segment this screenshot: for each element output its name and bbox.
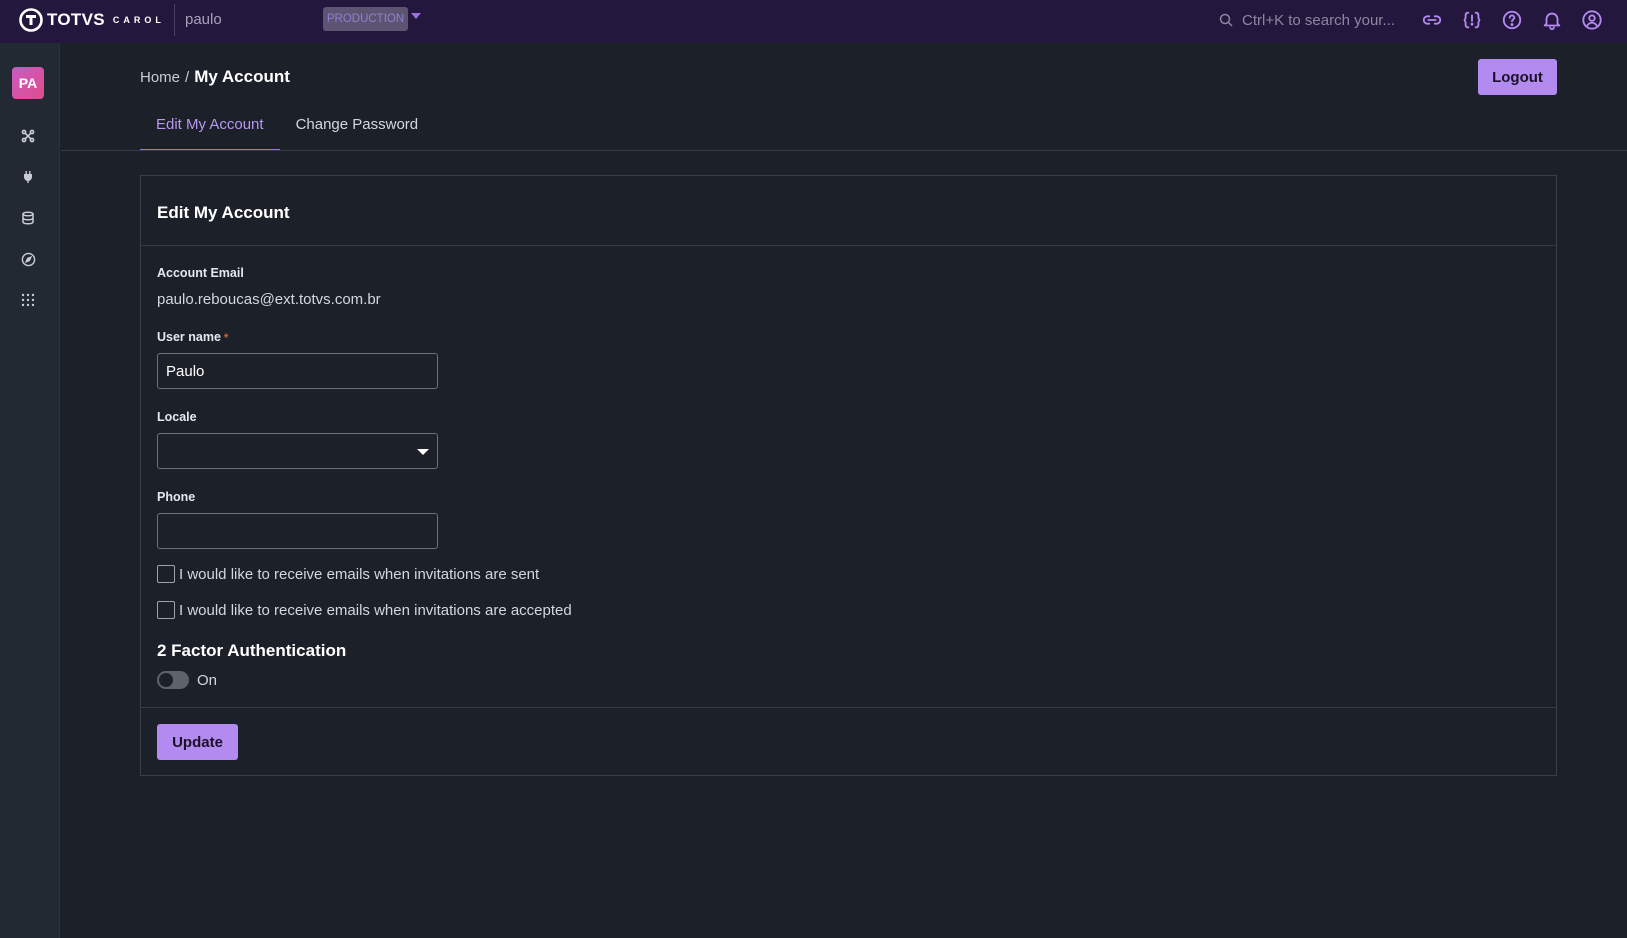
share-nodes-icon[interactable] xyxy=(19,127,37,145)
brand-logo[interactable]: TOTVS CAROL xyxy=(19,7,165,33)
top-bar: TOTVS CAROL paulo PRODUCTION Ctrl+K to s… xyxy=(0,0,1627,43)
bell-icon[interactable] xyxy=(1540,8,1564,32)
avatar[interactable]: PA xyxy=(12,67,44,99)
breadcrumb-separator: / xyxy=(185,69,190,86)
phone-label: Phone xyxy=(157,490,196,504)
search-icon xyxy=(1219,13,1233,27)
phone-input[interactable] xyxy=(157,513,438,549)
card-title: Edit My Account xyxy=(157,203,290,222)
brand-product: CAROL xyxy=(112,15,165,25)
invitations-sent-label[interactable]: I would like to receive emails when invi… xyxy=(179,566,539,583)
breadcrumb: Home / My Account xyxy=(140,67,290,87)
brand-name: TOTVS xyxy=(47,10,105,29)
username-label: User name * xyxy=(157,330,228,344)
two-factor-title: 2 Factor Authentication xyxy=(157,641,347,660)
account-email-value: paulo.reboucas@ext.totvs.com.br xyxy=(157,291,381,308)
toggle-knob xyxy=(159,673,173,687)
breadcrumb-home-link[interactable]: Home xyxy=(140,69,180,86)
invitations-accepted-checkbox[interactable] xyxy=(157,601,175,619)
card-footer-divider xyxy=(141,707,1556,708)
username-input[interactable] xyxy=(157,353,438,389)
invitations-sent-option[interactable]: I would like to receive emails when invi… xyxy=(157,565,539,583)
topbar-divider xyxy=(174,4,175,36)
search-placeholder: Ctrl+K to search your... xyxy=(1242,11,1395,29)
chevron-down-icon[interactable] xyxy=(417,449,429,455)
global-search[interactable]: Ctrl+K to search your... xyxy=(1219,9,1395,31)
environment-badge[interactable]: PRODUCTION xyxy=(323,7,408,31)
tenant-name[interactable]: paulo xyxy=(185,11,222,28)
locale-select[interactable] xyxy=(157,433,438,469)
logout-button[interactable]: Logout xyxy=(1478,59,1557,95)
invitations-sent-checkbox[interactable] xyxy=(157,565,175,583)
help-icon[interactable] xyxy=(1500,8,1524,32)
compass-icon[interactable] xyxy=(19,250,37,268)
card-header: Edit My Account xyxy=(141,176,1556,246)
sidebar: PA xyxy=(0,43,60,938)
tabs-divider xyxy=(61,150,1627,151)
locale-label: Locale xyxy=(157,410,197,424)
edit-account-card: Edit My Account Account Email paulo.rebo… xyxy=(140,175,1557,776)
tab-edit-my-account[interactable]: Edit My Account xyxy=(140,110,280,151)
invitations-accepted-option[interactable]: I would like to receive emails when invi… xyxy=(157,601,572,619)
plug-icon[interactable] xyxy=(19,168,37,186)
tab-change-password[interactable]: Change Password xyxy=(280,110,435,151)
invitations-accepted-label[interactable]: I would like to receive emails when invi… xyxy=(179,602,572,619)
environment-dropdown-icon[interactable] xyxy=(411,13,421,19)
totvs-logo-icon xyxy=(19,8,43,32)
two-factor-toggle[interactable] xyxy=(157,671,189,689)
page-title: My Account xyxy=(194,67,290,86)
code-braces-icon[interactable] xyxy=(1460,8,1484,32)
link-icon[interactable] xyxy=(1420,8,1444,32)
two-factor-toggle-row: On xyxy=(157,671,217,689)
required-mark: * xyxy=(223,332,229,344)
username-label-text: User name xyxy=(157,330,221,344)
database-icon[interactable] xyxy=(19,209,37,227)
account-tabs: Edit My Account Change Password xyxy=(140,110,434,151)
apps-grid-icon[interactable] xyxy=(19,291,37,309)
user-circle-icon[interactable] xyxy=(1580,8,1604,32)
update-button[interactable]: Update xyxy=(157,724,238,760)
account-email-label: Account Email xyxy=(157,266,244,280)
two-factor-toggle-label: On xyxy=(197,671,218,689)
